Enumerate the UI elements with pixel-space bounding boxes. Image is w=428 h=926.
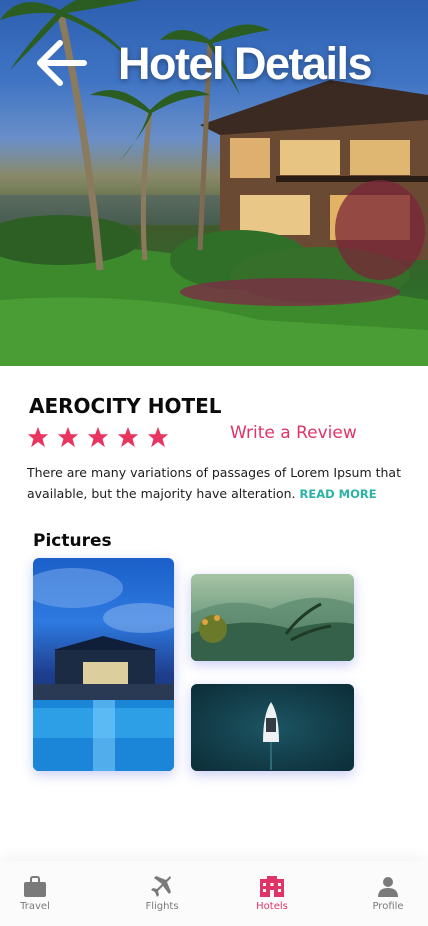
write-review-link[interactable]: Write a Review bbox=[230, 423, 357, 443]
nav-item-hotels[interactable]: Hotels bbox=[232, 875, 312, 912]
nav-label: Travel bbox=[20, 901, 50, 912]
nav-item-travel[interactable]: Travel bbox=[0, 875, 75, 912]
nav-item-flights[interactable]: Flights bbox=[122, 875, 202, 912]
arrow-left-icon bbox=[37, 40, 87, 86]
page-title: Hotel Details bbox=[118, 38, 373, 89]
nav-item-profile[interactable]: Profile bbox=[348, 875, 428, 912]
star-icon bbox=[87, 426, 109, 448]
star-icon bbox=[57, 426, 79, 448]
nav-label: Profile bbox=[372, 901, 404, 912]
mountains-photo bbox=[191, 597, 354, 661]
hotel-name: AEROCITY HOTEL bbox=[29, 394, 222, 418]
nav-label: Flights bbox=[145, 901, 179, 912]
hero-image: Hotel Details bbox=[0, 0, 428, 366]
hotel-icon bbox=[260, 876, 284, 897]
hotel-description: There are many variations of passages of… bbox=[27, 462, 407, 505]
star-rating bbox=[27, 425, 169, 449]
picture-pool[interactable] bbox=[33, 558, 174, 771]
person-icon bbox=[378, 877, 398, 897]
yacht-photo bbox=[263, 702, 279, 770]
star-icon bbox=[117, 426, 139, 448]
back-button[interactable] bbox=[34, 38, 92, 92]
pictures-heading: Pictures bbox=[33, 531, 112, 551]
briefcase-icon bbox=[24, 876, 46, 897]
pool-photo bbox=[33, 568, 174, 771]
nav-label: Hotels bbox=[256, 901, 288, 912]
picture-yacht[interactable] bbox=[191, 684, 354, 771]
picture-mountains[interactable] bbox=[191, 574, 354, 661]
star-icon bbox=[27, 426, 49, 448]
airplane-icon bbox=[151, 876, 171, 897]
bottom-navigation: Travel Flights Hotels Profile bbox=[0, 861, 428, 926]
star-icon bbox=[147, 426, 169, 448]
read-more-link[interactable]: READ MORE bbox=[300, 487, 377, 501]
